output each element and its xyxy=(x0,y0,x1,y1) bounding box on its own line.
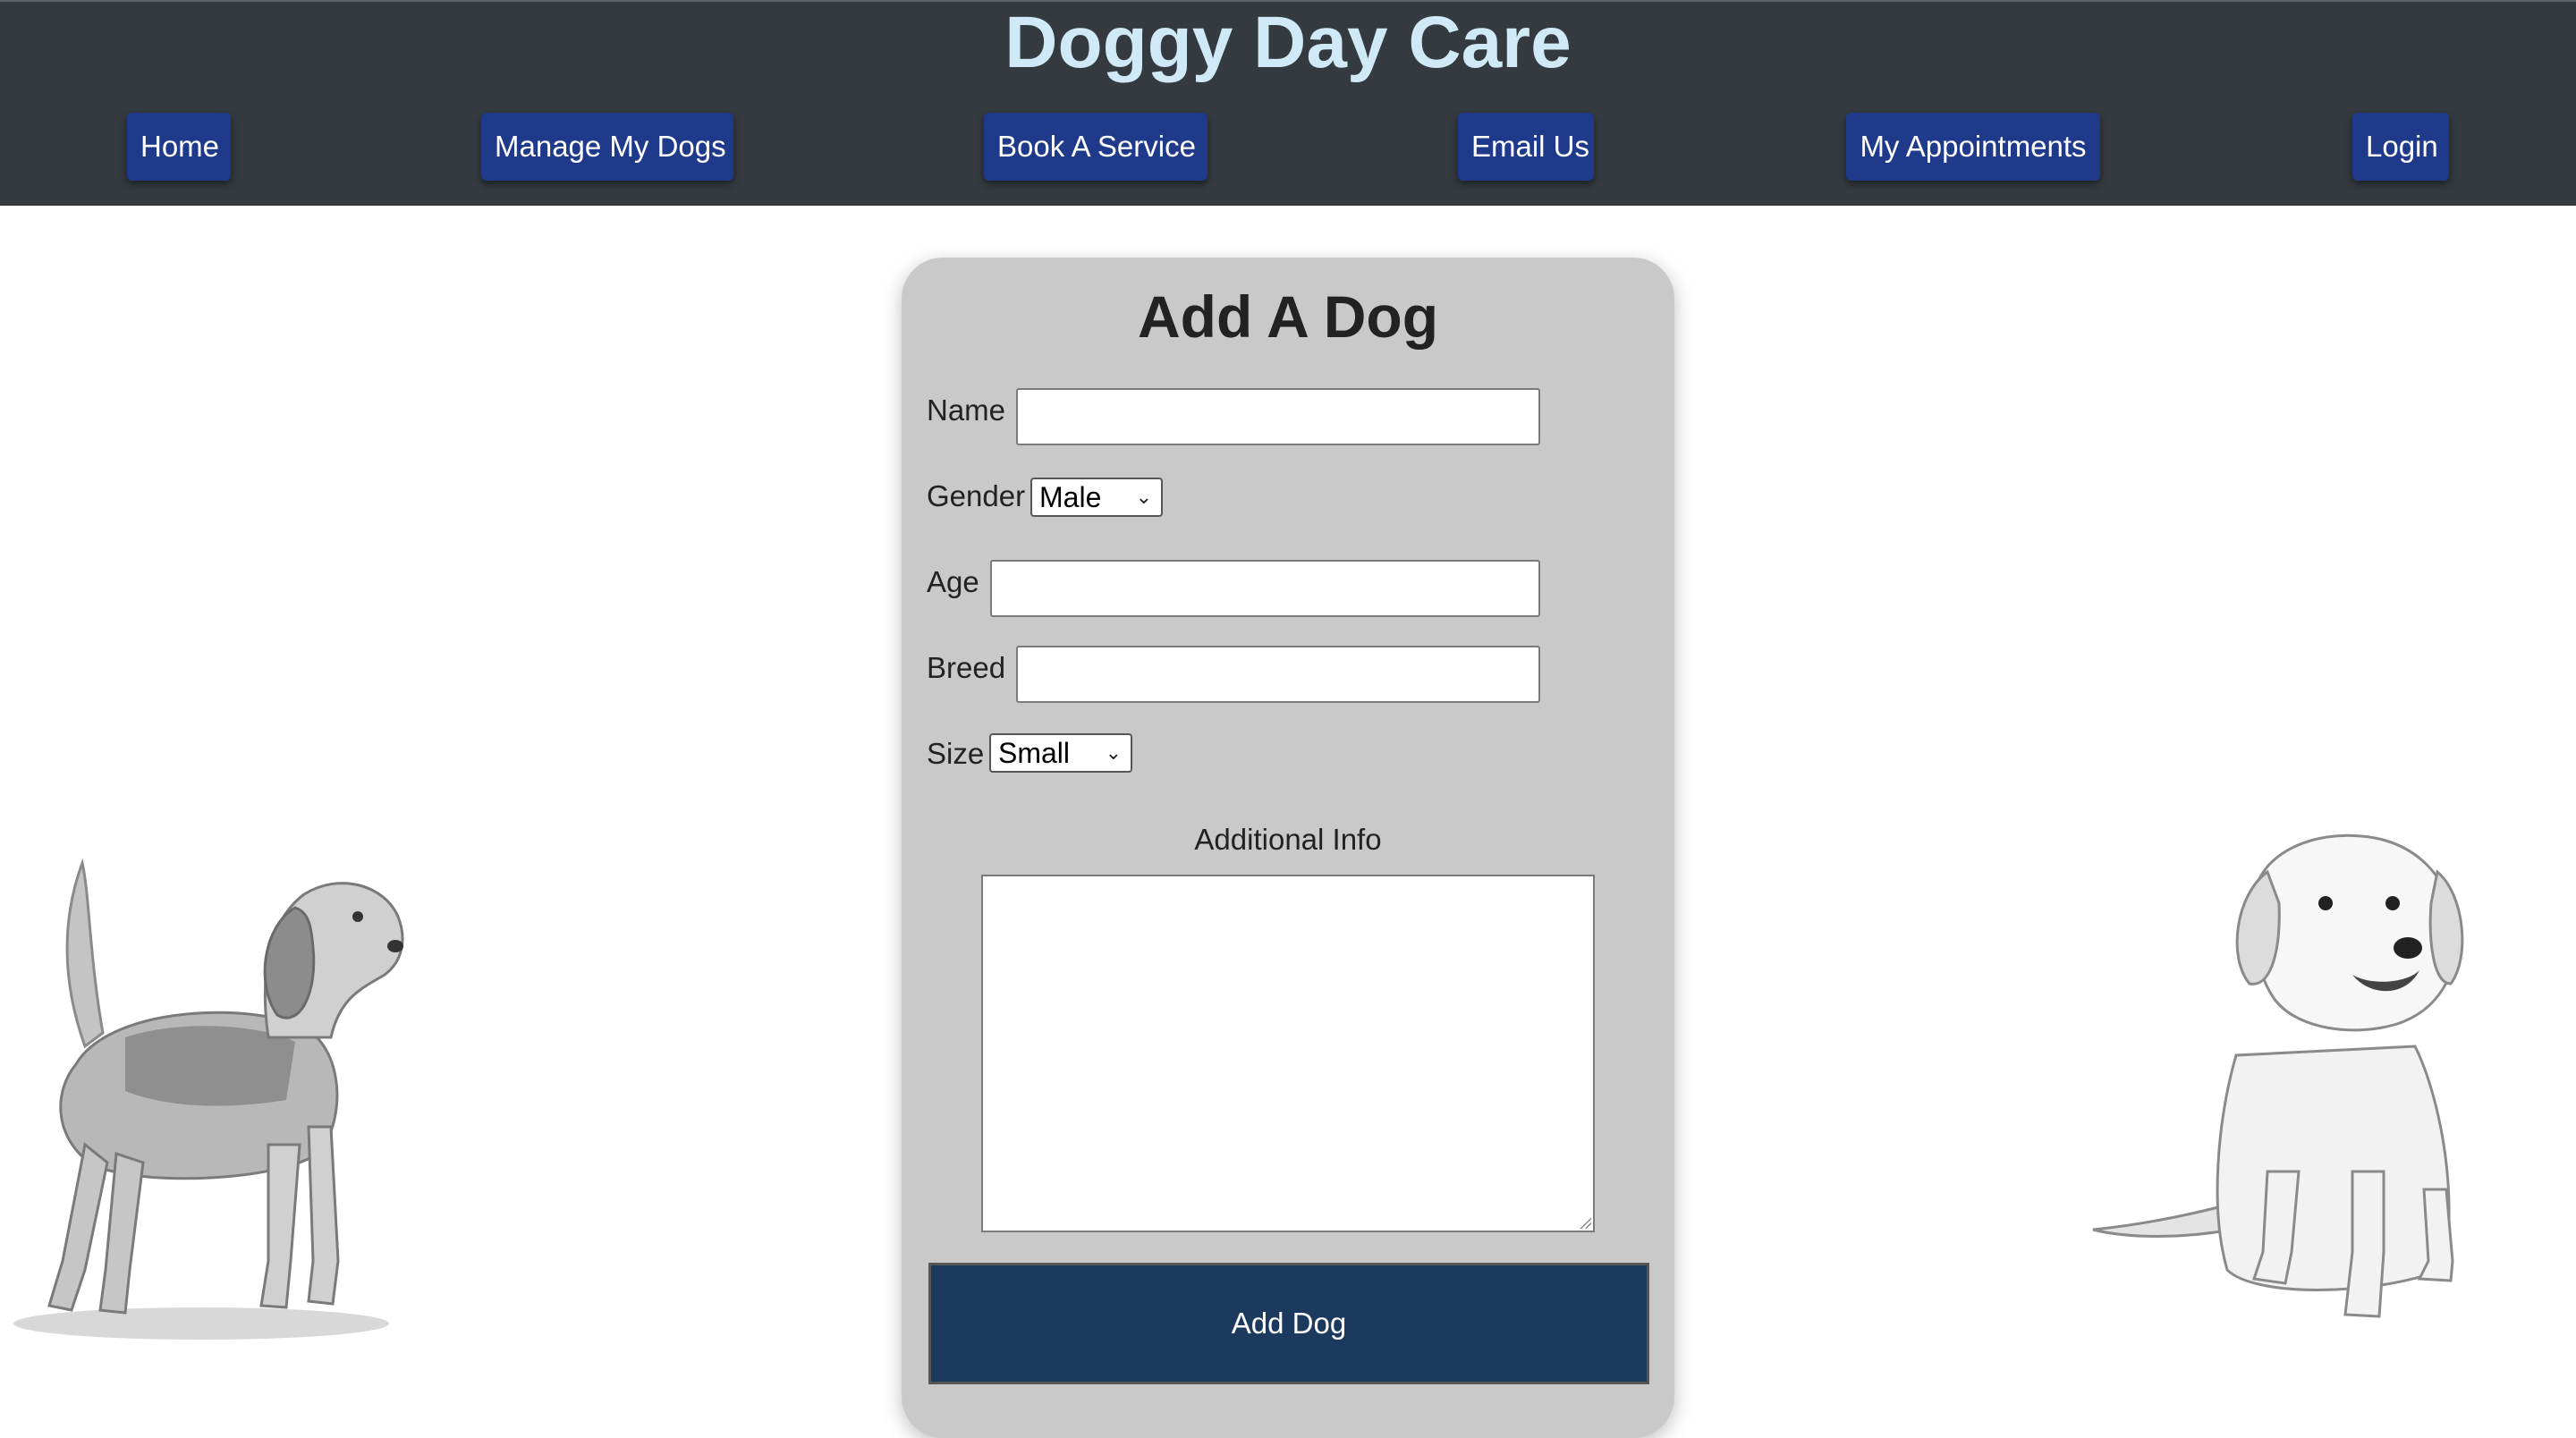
nav-email-us-button[interactable]: Email Us xyxy=(1458,113,1594,181)
name-label: Name xyxy=(927,393,1006,427)
breed-input[interactable] xyxy=(1016,646,1540,703)
size-label: Size xyxy=(927,737,985,770)
chevron-down-icon: ⌄ xyxy=(1105,741,1122,764)
breed-label: Breed xyxy=(927,651,1006,684)
add-dog-button[interactable]: Add Dog xyxy=(928,1263,1649,1384)
nav-home-button[interactable]: Home xyxy=(127,113,231,181)
size-select[interactable]: Small ⌄ xyxy=(989,733,1132,773)
nav-manage-dogs-button[interactable]: Manage My Dogs xyxy=(481,113,733,181)
size-selected-value: Small xyxy=(998,737,1071,769)
age-label: Age xyxy=(927,565,979,598)
additional-info-label: Additional Info xyxy=(1194,823,1382,856)
nav-login-button[interactable]: Login xyxy=(2352,113,2449,181)
gender-select[interactable]: Male ⌄ xyxy=(1030,478,1163,517)
additional-info-textarea[interactable] xyxy=(981,875,1595,1232)
chevron-down-icon: ⌄ xyxy=(1135,486,1152,508)
form-title: Add A Dog xyxy=(1137,283,1439,350)
gender-label: Gender xyxy=(927,479,1026,512)
golden-puppy-sketch-image xyxy=(2092,833,2464,1318)
nav-book-service-button[interactable]: Book A Service xyxy=(984,113,1208,181)
gender-selected-value: Male xyxy=(1039,481,1102,513)
site-header: Doggy Day Care Home Manage My Dogs Book … xyxy=(0,0,2576,206)
age-input[interactable] xyxy=(990,560,1540,617)
add-dog-form-card: Add A Dog Name Gender Male ⌄ Age Breed S… xyxy=(902,258,1674,1438)
name-input[interactable] xyxy=(1016,388,1540,445)
beagle-sketch-image xyxy=(13,858,404,1340)
resize-grip-icon[interactable] xyxy=(1579,1216,1591,1229)
site-title: Doggy Day Care xyxy=(1004,2,1572,83)
nav-my-appointments-button[interactable]: My Appointments xyxy=(1846,113,2100,181)
